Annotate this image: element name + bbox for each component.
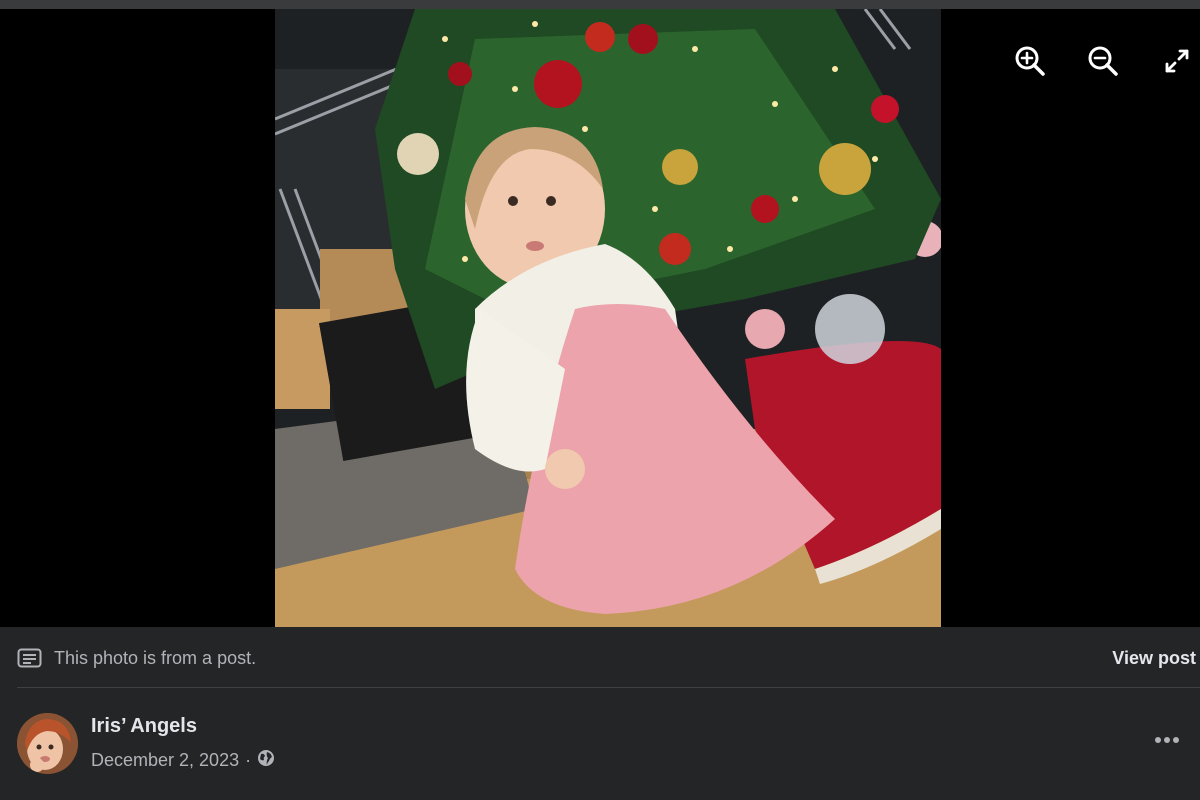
post-notice-text: This photo is from a post. xyxy=(54,647,257,668)
meta-separator: · xyxy=(245,749,252,770)
author-name[interactable]: Iris’ Angels xyxy=(91,715,197,738)
post-date[interactable]: December 2, 2023 xyxy=(91,750,239,771)
photo-illustration xyxy=(275,9,941,627)
post-notice: This photo is from a post. xyxy=(17,645,256,671)
globe-icon[interactable] xyxy=(257,749,275,772)
fullscreen-button[interactable] xyxy=(1160,44,1194,78)
zoom-in-button[interactable] xyxy=(1013,44,1047,78)
zoom-out-button[interactable] xyxy=(1086,44,1120,78)
viewer-top-bar xyxy=(0,0,1200,9)
post-icon xyxy=(17,648,42,668)
more-icon xyxy=(1155,737,1179,743)
zoom-out-icon xyxy=(1088,46,1118,76)
avatar[interactable] xyxy=(17,713,78,774)
view-post-link[interactable]: View post xyxy=(1112,645,1196,671)
avatar-image xyxy=(17,713,78,774)
fullscreen-icon xyxy=(1165,49,1189,73)
zoom-in-icon xyxy=(1015,46,1045,76)
post-meta: December 2, 2023 · xyxy=(91,747,275,773)
divider xyxy=(17,687,1200,688)
more-options-button[interactable] xyxy=(1152,728,1182,752)
photo-viewer xyxy=(0,0,1200,627)
photo[interactable] xyxy=(275,9,941,627)
